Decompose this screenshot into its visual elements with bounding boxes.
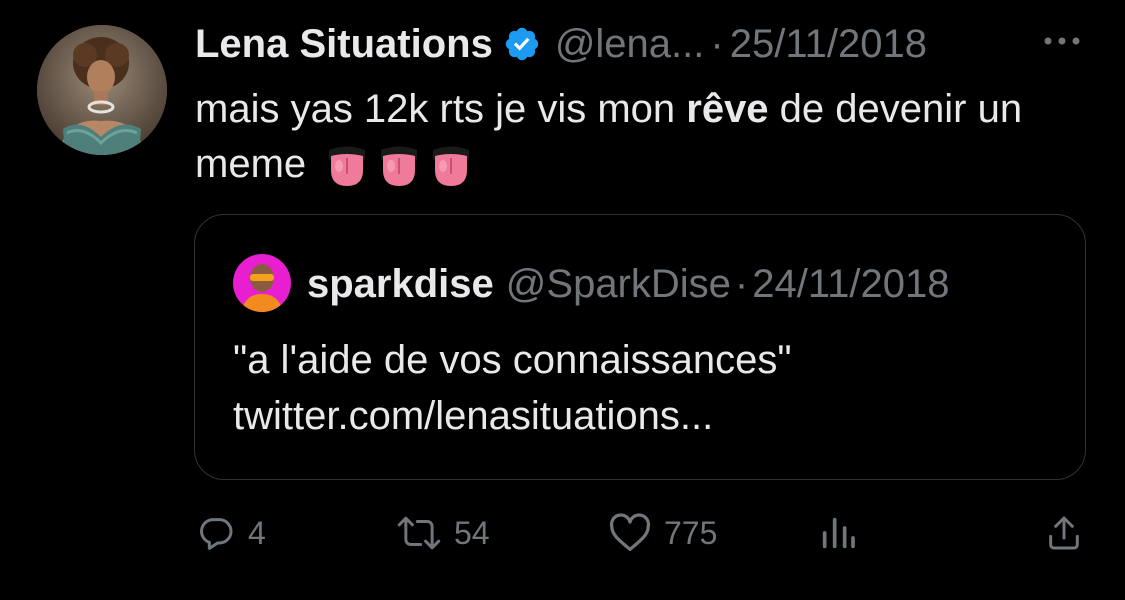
tongue-emoji-icon	[433, 146, 470, 187]
like-icon	[609, 513, 651, 551]
verified-badge-icon	[505, 27, 539, 61]
retweet-button[interactable]: 54	[396, 505, 490, 561]
tweet-text-part1: mais yas 12k rts je vis mon	[195, 87, 687, 131]
reply-button[interactable]: 4	[196, 505, 266, 561]
more-options-icon[interactable]	[1040, 26, 1084, 56]
quoted-separator: ·	[734, 261, 749, 306]
retweet-count: 54	[454, 514, 490, 551]
quoted-handle[interactable]: @SparkDise	[506, 262, 731, 307]
author-handle[interactable]: @lena...	[555, 22, 705, 67]
author-display-name[interactable]: Lena Situations	[195, 22, 493, 67]
quoted-text: "a l'aide de vos connaissances" twitter.…	[233, 338, 792, 438]
quoted-author-avatar[interactable]	[233, 254, 291, 312]
tongue-emoji-icon	[329, 146, 366, 187]
share-icon	[1049, 516, 1079, 550]
quoted-tweet[interactable]: sparkdise @SparkDise · 24/11/2018 "a l'a…	[194, 214, 1086, 480]
share-button[interactable]	[1044, 505, 1084, 561]
tweet-date[interactable]: 25/11/2018	[730, 22, 927, 67]
quoted-avatar-image	[233, 254, 291, 312]
header-separator: ·	[710, 21, 724, 66]
tweet-text-bold: rêve	[686, 87, 769, 131]
views-icon	[822, 517, 855, 549]
tongue-emoji-icon	[381, 146, 418, 187]
author-avatar-image	[37, 25, 167, 155]
quoted-display-name[interactable]: sparkdise	[307, 262, 494, 307]
quoted-date[interactable]: 24/11/2018	[752, 262, 949, 307]
reply-count: 4	[248, 514, 266, 551]
retweet-icon	[397, 516, 441, 550]
action-bar: 4 54 775	[194, 505, 1089, 561]
like-button[interactable]: 775	[608, 505, 717, 561]
reply-icon	[200, 518, 233, 550]
quoted-header: sparkdise @SparkDise · 24/11/2018	[307, 259, 949, 309]
views-button[interactable]	[818, 505, 858, 561]
tweet-text: mais yas 12k rts je vis mon rêve de deve…	[195, 82, 1085, 192]
author-avatar[interactable]	[37, 25, 167, 155]
tweet-header: Lena Situations @lena... · 25/11/2018	[195, 18, 927, 70]
like-count: 775	[664, 514, 718, 551]
